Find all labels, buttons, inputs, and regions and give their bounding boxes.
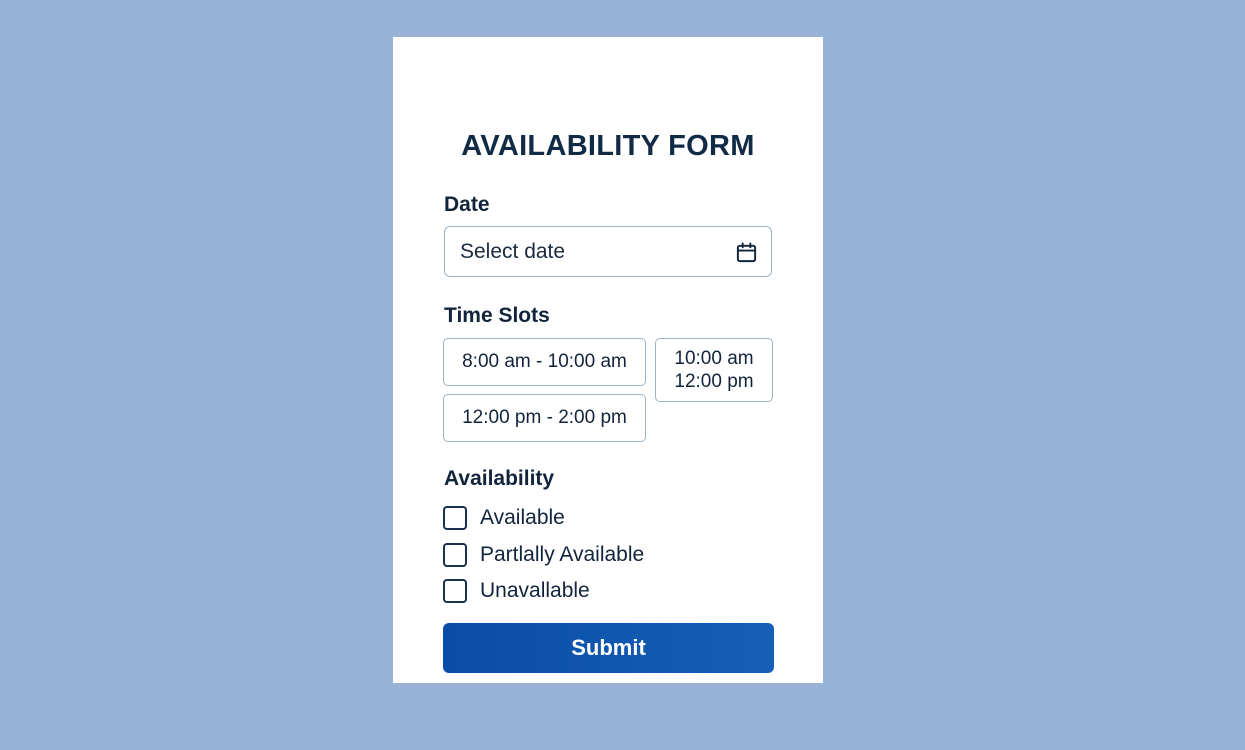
checkbox-label: Unavallable bbox=[480, 579, 590, 602]
time-slot-button[interactable]: 8:00 am - 10:00 am bbox=[443, 338, 646, 386]
form-title: AVAILABILITY FORM bbox=[461, 130, 755, 162]
date-label: Date bbox=[444, 193, 490, 216]
calendar-icon[interactable] bbox=[735, 241, 758, 264]
checkbox-label: Partlally Available bbox=[480, 543, 645, 566]
availability-label: Availability bbox=[444, 467, 555, 490]
availability-option-unavailable[interactable]: Unavallable bbox=[443, 578, 590, 604]
submit-button[interactable]: Submit bbox=[443, 623, 774, 673]
availability-form-card: AVAILABILITY FORM Date Select date Time … bbox=[393, 37, 823, 683]
time-slot-label-end: 12:00 pm bbox=[674, 371, 754, 392]
checkbox[interactable] bbox=[443, 543, 467, 567]
date-picker-input[interactable]: Select date bbox=[444, 226, 772, 277]
availability-option-available[interactable]: Available bbox=[443, 505, 565, 531]
time-slot-label: 12:00 pm - 2:00 pm bbox=[462, 407, 627, 428]
checkbox[interactable] bbox=[443, 506, 467, 530]
time-slot-label: 8:00 am - 10:00 am bbox=[462, 351, 627, 372]
checkbox-label: Available bbox=[480, 506, 565, 529]
date-placeholder: Select date bbox=[460, 240, 566, 263]
checkbox[interactable] bbox=[443, 579, 467, 603]
availability-option-partially-available[interactable]: Partlally Available bbox=[443, 542, 644, 568]
time-slots-label: Time Slots bbox=[444, 304, 550, 327]
time-slot-button[interactable]: 12:00 pm - 2:00 pm bbox=[443, 394, 646, 442]
time-slot-label-start: 10:00 am bbox=[674, 348, 754, 369]
time-slot-button[interactable]: 10:00 am 12:00 pm bbox=[655, 338, 773, 402]
